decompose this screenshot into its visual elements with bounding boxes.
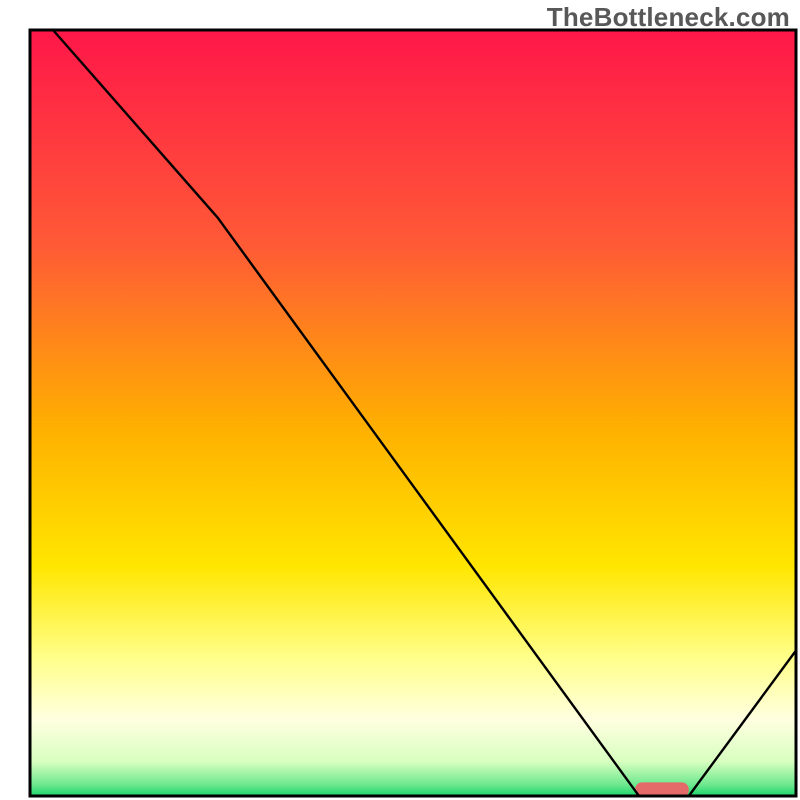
watermark-text: TheBottleneck.com: [547, 2, 790, 33]
chart-container: TheBottleneck.com: [0, 0, 800, 800]
bottleneck-chart: [0, 0, 800, 800]
